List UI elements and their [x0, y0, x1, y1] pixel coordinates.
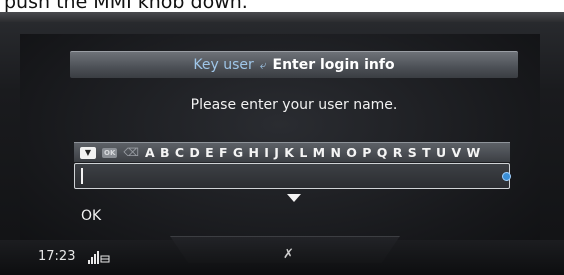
focus-dot-icon	[502, 172, 511, 181]
text-cursor	[81, 168, 83, 184]
clock: 17:23	[38, 249, 76, 264]
backspace-icon[interactable]: ⌫	[123, 146, 139, 159]
prompt-text: Please enter your user name.	[190, 97, 398, 113]
return-arrow-icon: ⤶	[259, 57, 267, 72]
header-bar: Key user ⤶ Enter login info	[70, 51, 518, 78]
ok-softkey[interactable]: OK	[81, 208, 101, 224]
page-title: Enter login info	[272, 57, 395, 73]
breadcrumb: Key user	[193, 57, 254, 73]
dropdown-triangle-icon[interactable]: ▼	[80, 146, 96, 159]
bezel	[0, 12, 564, 22]
signal-bars-icon	[88, 251, 110, 264]
mute-icon: ✗	[283, 247, 294, 262]
letter-keys[interactable]: A B C D E F G H I J K L M N O P Q R S T …	[145, 145, 481, 160]
username-input[interactable]	[74, 163, 511, 189]
keyboard-ok-key[interactable]: OK	[102, 147, 118, 158]
keyboard-row[interactable]: ▼ OK ⌫ A B C D E F G H I J K L M N O P Q…	[74, 142, 510, 162]
chevron-down-icon	[287, 194, 301, 202]
